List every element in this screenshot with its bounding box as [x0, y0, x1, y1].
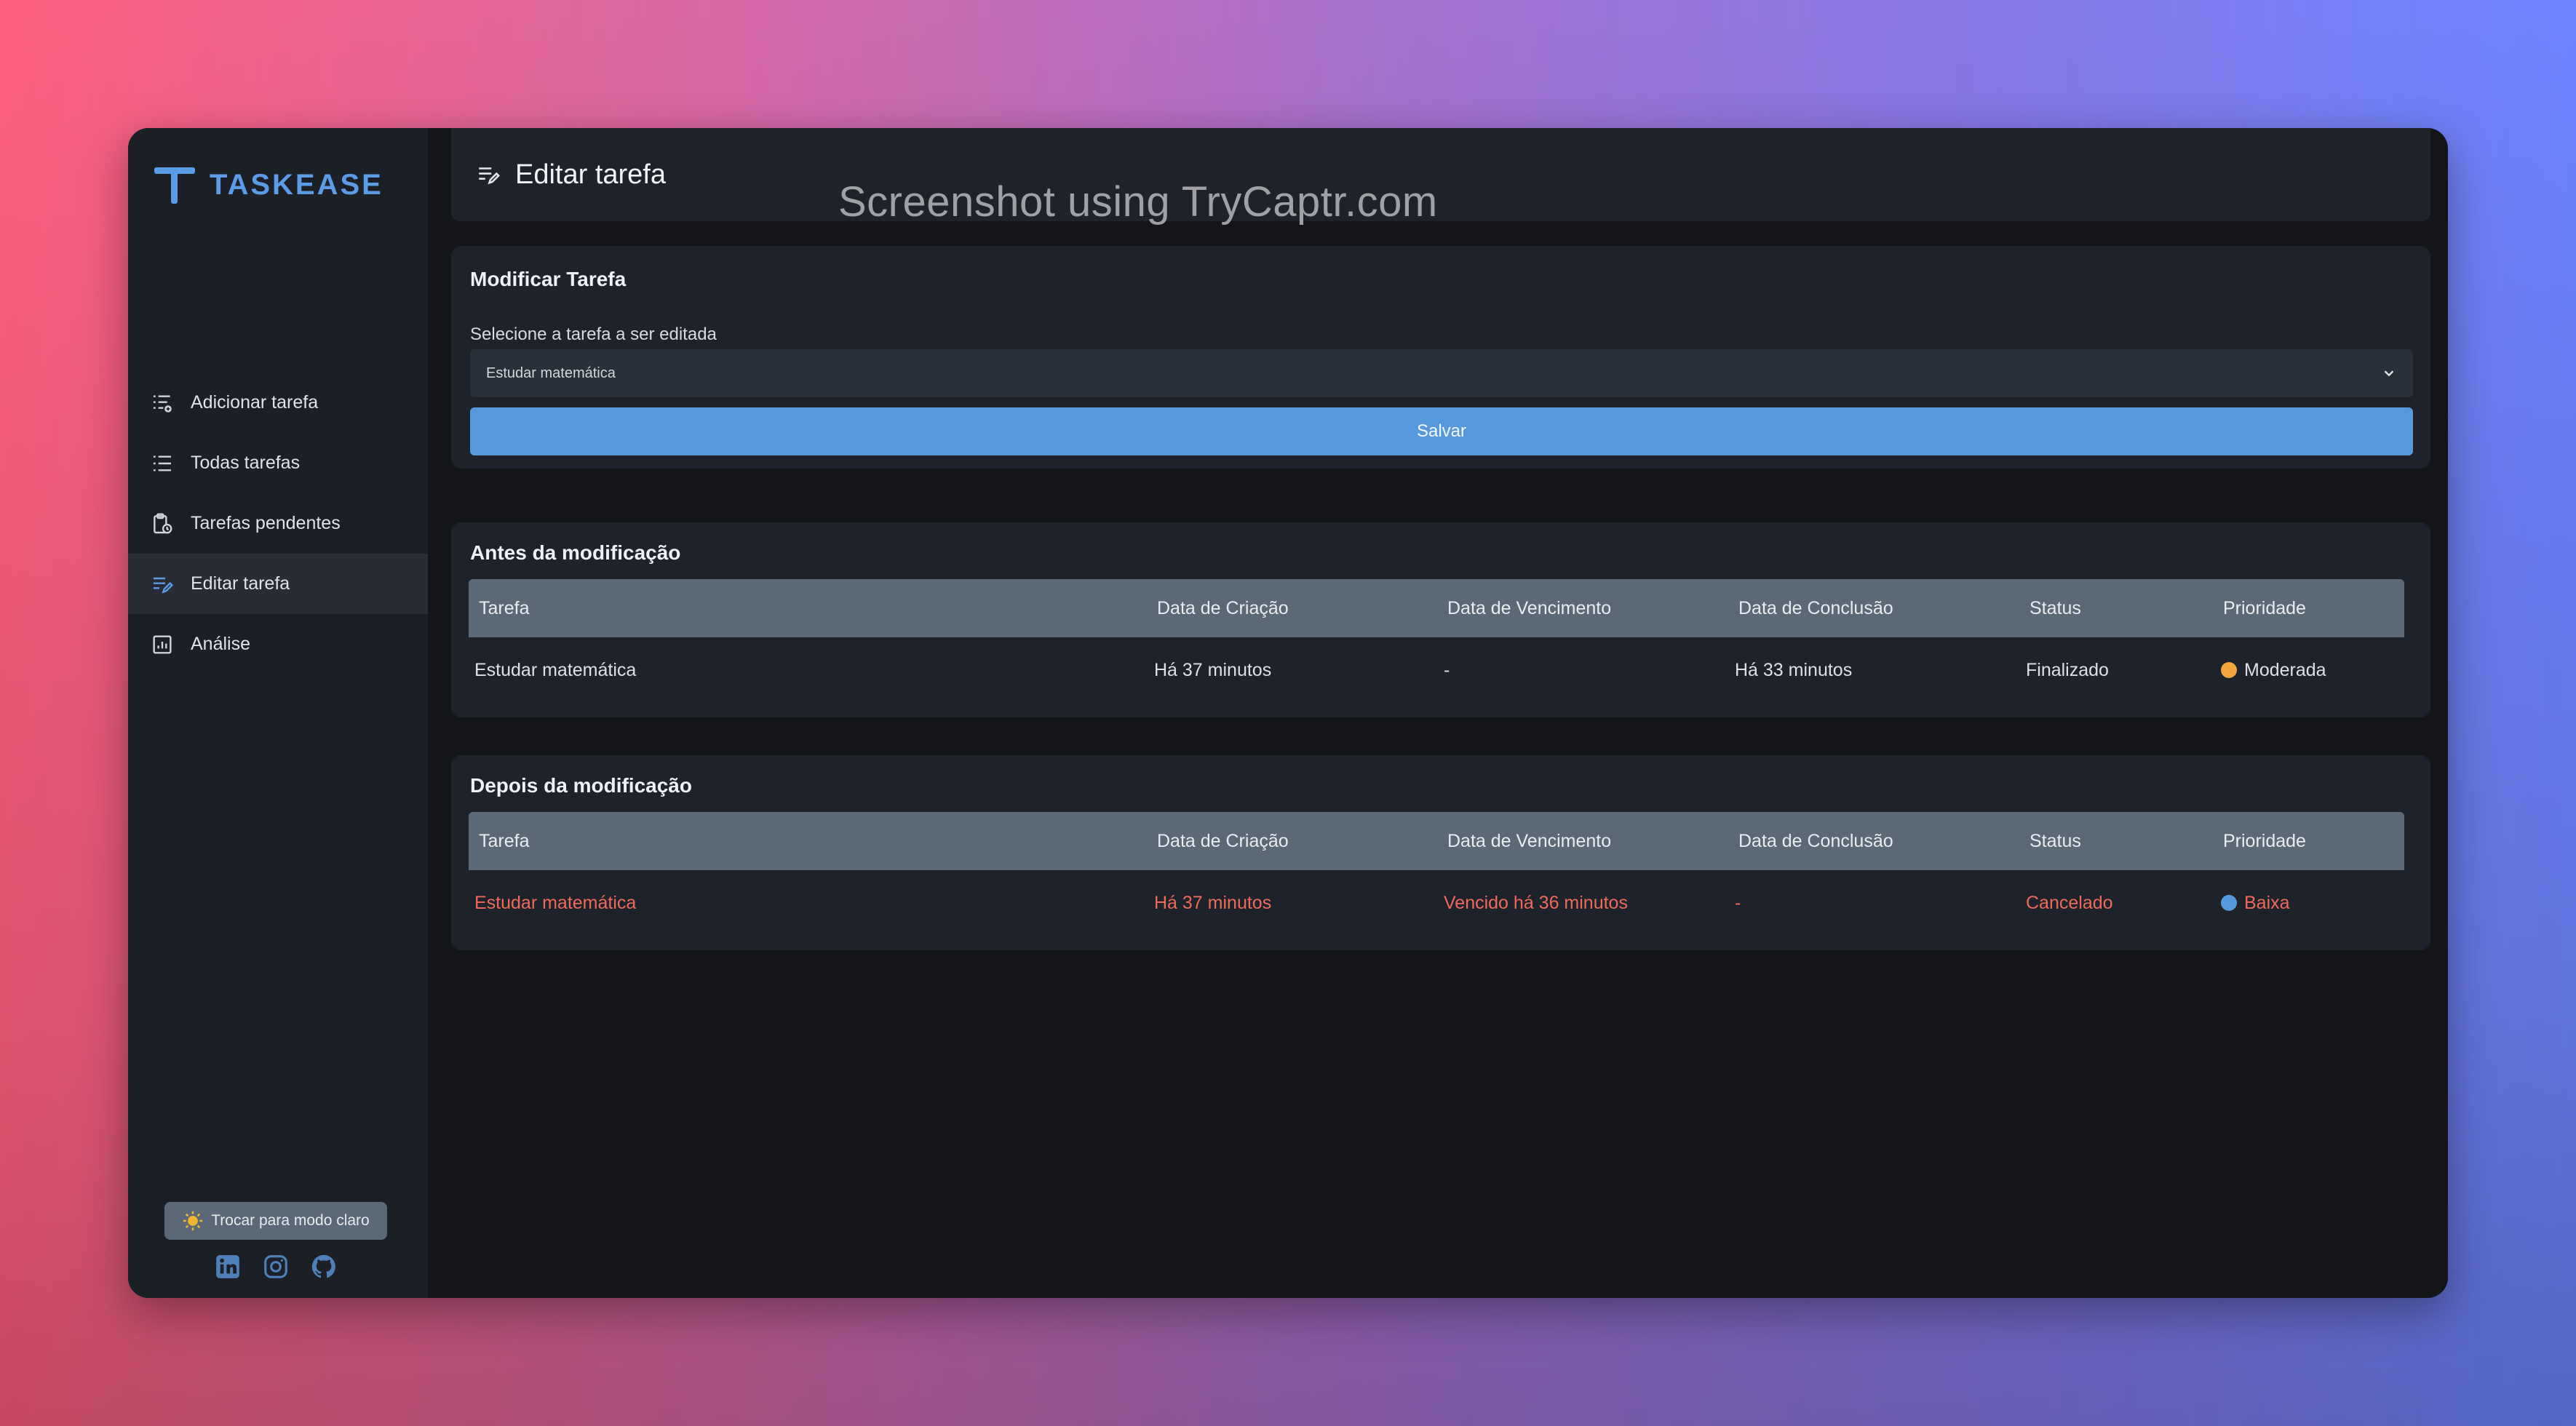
cell-vencimento: Vencido há 36 minutos	[1444, 892, 1628, 913]
sidebar-item-label: Análise	[191, 634, 250, 654]
sidebar-item-todas-tarefas[interactable]: Todas tarefas	[128, 433, 428, 493]
column-header-conclusao: Data de Conclusão	[1738, 597, 1893, 618]
brand-name: TASKEASE	[210, 168, 383, 201]
chart-icon	[150, 632, 175, 657]
sidebar-nav: Adicionar tarefa Todas tarefas Tarefas p…	[128, 373, 428, 674]
github-icon[interactable]	[310, 1253, 338, 1280]
clipboard-clock-icon	[150, 511, 175, 536]
select-label: Selecione a tarefa a ser editada	[470, 324, 717, 344]
column-header-prioridade: Prioridade	[2223, 830, 2306, 851]
card-title: Antes da modificação	[470, 541, 681, 564]
cell-status: Cancelado	[2026, 892, 2113, 913]
theme-toggle-label: Trocar para modo claro	[211, 1212, 370, 1229]
sidebar-item-adicionar-tarefa[interactable]: Adicionar tarefa	[128, 373, 428, 433]
table-header: Tarefa Data de Criação Data de Venciment…	[469, 579, 2404, 637]
logo-icon	[154, 164, 195, 205]
main-content: Editar tarefa Modificar Tarefa Selecione…	[428, 128, 2448, 1298]
column-header-criacao: Data de Criação	[1157, 830, 1289, 851]
cell-tarefa: Estudar matemática	[474, 892, 637, 913]
app-window: TASKEASE Adicionar tarefa Todas tarefas …	[128, 128, 2448, 1298]
priority-label: Moderada	[2244, 659, 2326, 680]
edit-list-icon	[150, 572, 175, 597]
task-select[interactable]: Estudar matemática	[470, 349, 2413, 397]
cell-conclusao: -	[1735, 892, 1741, 913]
sidebar-item-label: Tarefas pendentes	[191, 513, 341, 533]
cell-criacao: Há 37 minutos	[1154, 659, 1272, 680]
sidebar-item-label: Todas tarefas	[191, 453, 301, 473]
before-table: Tarefa Data de Criação Data de Venciment…	[469, 579, 2404, 703]
column-header-tarefa: Tarefa	[479, 830, 530, 851]
selected-task-value: Estudar matemática	[486, 365, 616, 381]
cell-status: Finalizado	[2026, 659, 2109, 680]
after-modification-card: Depois da modificação Tarefa Data de Cri…	[451, 755, 2430, 950]
sidebar-item-editar-tarefa[interactable]: Editar tarefa	[128, 554, 428, 614]
sidebar-item-label: Editar tarefa	[191, 573, 290, 594]
sun-icon	[183, 1211, 203, 1231]
sidebar-item-analise[interactable]: Análise	[128, 614, 428, 674]
edit-list-icon	[479, 167, 500, 185]
column-header-criacao: Data de Criação	[1157, 597, 1289, 618]
table-header: Tarefa Data de Criação Data de Venciment…	[469, 812, 2404, 870]
social-links	[214, 1253, 338, 1280]
sidebar-item-label: Adicionar tarefa	[191, 392, 319, 413]
cell-conclusao: Há 33 minutos	[1735, 659, 1853, 680]
linkedin-icon[interactable]	[214, 1253, 242, 1280]
column-header-status: Status	[2030, 597, 2081, 618]
cell-vencimento: -	[1444, 659, 1450, 680]
priority-dot-icon	[2221, 661, 2237, 678]
modify-task-card: Modificar Tarefa Selecione a tarefa a se…	[451, 246, 2430, 469]
logo[interactable]: TASKEASE	[154, 164, 383, 205]
column-header-tarefa: Tarefa	[479, 597, 530, 618]
column-header-status: Status	[2030, 830, 2081, 851]
theme-toggle-button[interactable]: Trocar para modo claro	[164, 1202, 387, 1240]
chevron-down-icon	[2384, 370, 2394, 377]
list-icon	[150, 451, 175, 476]
list-add-icon	[150, 391, 175, 415]
table-row: Estudar matemática Há 37 minutos Vencido…	[469, 870, 2404, 936]
page-title: Editar tarefa	[515, 159, 666, 190]
priority-dot-icon	[2221, 894, 2237, 911]
card-title: Depois da modificação	[470, 774, 692, 797]
column-header-prioridade: Prioridade	[2223, 597, 2306, 618]
cell-prioridade: Baixa	[2221, 893, 2290, 914]
save-button[interactable]: Salvar	[470, 407, 2413, 455]
watermark-text: Screenshot using TryCaptr.com	[838, 178, 1438, 226]
instagram-icon[interactable]	[262, 1253, 290, 1280]
sidebar-item-tarefas-pendentes[interactable]: Tarefas pendentes	[128, 493, 428, 554]
table-row: Estudar matemática Há 37 minutos - Há 33…	[469, 637, 2404, 703]
priority-label: Baixa	[2244, 892, 2290, 913]
column-header-vencimento: Data de Vencimento	[1447, 597, 1612, 618]
column-header-conclusao: Data de Conclusão	[1738, 830, 1893, 851]
cell-criacao: Há 37 minutos	[1154, 892, 1272, 913]
cell-prioridade: Moderada	[2221, 660, 2326, 681]
card-title: Modificar Tarefa	[470, 268, 627, 290]
column-header-vencimento: Data de Vencimento	[1447, 830, 1612, 851]
page-header: Editar tarefa	[451, 128, 2430, 221]
before-modification-card: Antes da modificação Tarefa Data de Cria…	[451, 522, 2430, 717]
sidebar: TASKEASE Adicionar tarefa Todas tarefas …	[128, 128, 428, 1298]
cell-tarefa: Estudar matemática	[474, 659, 637, 680]
after-table: Tarefa Data de Criação Data de Venciment…	[469, 812, 2404, 936]
